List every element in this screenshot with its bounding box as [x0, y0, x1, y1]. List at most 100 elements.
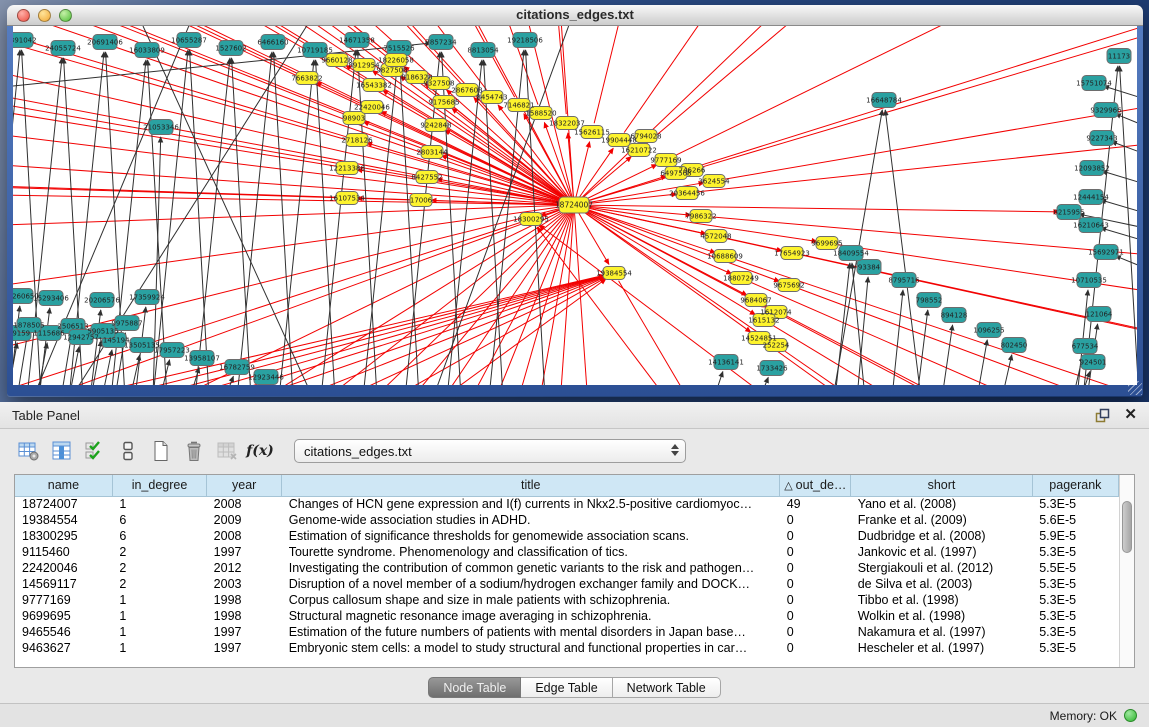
table-cell[interactable]: 9777169 [15, 592, 112, 608]
table-cell[interactable]: Investigating the contribution of common… [282, 560, 780, 576]
table-cell[interactable]: 1 [112, 592, 206, 608]
table-cell[interactable]: 6 [112, 528, 206, 544]
column-header-out_de[interactable]: △out_de… [780, 475, 851, 496]
table-cell[interactable]: Tourette syndrome. Phenomenology and cla… [282, 544, 780, 560]
table-cell[interactable]: 9465546 [15, 624, 112, 640]
table-cell[interactable]: 5.3E-5 [1032, 592, 1118, 608]
table-cell[interactable]: 0 [780, 576, 851, 592]
table-cell[interactable]: 2008 [207, 528, 282, 544]
column-header-name[interactable]: name [15, 475, 112, 496]
tab-network-table[interactable]: Network Table [613, 677, 721, 698]
table-cell[interactable]: 2009 [207, 512, 282, 528]
close-panel-icon[interactable]: ✕ [1124, 408, 1137, 422]
table-cell[interactable]: 2008 [207, 496, 282, 512]
tab-edge-table[interactable]: Edge Table [521, 677, 612, 698]
minimize-window-button[interactable] [38, 9, 51, 22]
table-cell[interactable]: 0 [780, 512, 851, 528]
table-row[interactable]: 1872400712008Changes of HCN gene express… [15, 496, 1119, 512]
table-cell[interactable]: Hescheler et al. (1997) [851, 640, 1033, 656]
table-cell[interactable]: 2 [112, 544, 206, 560]
table-cell[interactable]: 1 [112, 608, 206, 624]
table-cell[interactable]: Changes of HCN gene expression and I(f) … [282, 496, 780, 512]
table-cell[interactable]: 0 [780, 544, 851, 560]
window-titlebar[interactable]: citations_edges.txt [7, 5, 1143, 26]
table-cell[interactable]: 6 [112, 512, 206, 528]
table-selector-dropdown[interactable]: citations_edges.txt [294, 439, 686, 463]
table-cell[interactable]: Stergiakouli et al. (2012) [851, 560, 1033, 576]
table-cell[interactable]: Embryonic stem cells: a model to study s… [282, 640, 780, 656]
table-cell[interactable]: 1998 [207, 608, 282, 624]
table-cell[interactable]: 0 [780, 624, 851, 640]
table-cell[interactable]: 1 [112, 640, 206, 656]
table-row[interactable]: 977716911998Corpus callosum shape and si… [15, 592, 1119, 608]
table-cell[interactable]: 5.3E-5 [1032, 576, 1118, 592]
close-window-button[interactable] [17, 9, 30, 22]
table-cell[interactable]: 18724007 [15, 496, 112, 512]
table-cell[interactable]: 5.3E-5 [1032, 624, 1118, 640]
table-cell[interactable]: Corpus callosum shape and size in male p… [282, 592, 780, 608]
table-cell[interactable]: 0 [780, 560, 851, 576]
table-cell[interactable]: 5.3E-5 [1032, 608, 1118, 624]
table-cell[interactable]: 5.3E-5 [1032, 640, 1118, 656]
column-header-year[interactable]: year [207, 475, 282, 496]
table-cell[interactable]: Franke et al. (2009) [851, 512, 1033, 528]
table-cell[interactable]: 5.3E-5 [1032, 544, 1118, 560]
table-cell[interactable]: 0 [780, 608, 851, 624]
vertical-scrollbar[interactable] [1119, 475, 1134, 667]
table-cell[interactable]: 1 [112, 496, 206, 512]
table-cell[interactable]: 0 [780, 592, 851, 608]
table-mode-icon[interactable] [115, 438, 141, 464]
table-cell[interactable]: 1997 [207, 544, 282, 560]
table-cell[interactable]: 5.5E-5 [1032, 560, 1118, 576]
table-cell[interactable]: Nakamura et al. (1997) [851, 624, 1033, 640]
table-row[interactable]: 946362711997Embryonic stem cells: a mode… [15, 640, 1119, 656]
table-cell[interactable]: Tibbo et al. (1998) [851, 592, 1033, 608]
function-icon[interactable]: f(x) [247, 438, 273, 464]
column-header-short[interactable]: short [851, 475, 1033, 496]
table-row[interactable]: 1830029562008Estimation of significance … [15, 528, 1119, 544]
table-cell[interactable]: Genome-wide association studies in ADHD. [282, 512, 780, 528]
float-panel-icon[interactable] [1095, 408, 1110, 423]
table-cell[interactable]: Jankovic et al. (1997) [851, 544, 1033, 560]
table-row[interactable]: 1456911722003Disruption of a novel membe… [15, 576, 1119, 592]
table-cell[interactable]: 9463627 [15, 640, 112, 656]
column-select-icon[interactable] [49, 438, 75, 464]
table-cell[interactable]: 1997 [207, 624, 282, 640]
table-cell[interactable]: 0 [780, 640, 851, 656]
table-cell[interactable]: 5.9E-5 [1032, 528, 1118, 544]
import-table-icon[interactable] [214, 438, 240, 464]
table-cell[interactable]: 2 [112, 576, 206, 592]
table-cell[interactable]: Estimation of significance thresholds fo… [282, 528, 780, 544]
column-header-title[interactable]: title [282, 475, 780, 496]
table-cell[interactable]: 0 [780, 528, 851, 544]
table-row[interactable]: 946554611997Estimation of the future num… [15, 624, 1119, 640]
zoom-window-button[interactable] [59, 9, 72, 22]
table-row[interactable]: 2242004622012Investigating the contribut… [15, 560, 1119, 576]
table-cell[interactable]: Wolkin et al. (1998) [851, 608, 1033, 624]
table-cell[interactable]: 19384554 [15, 512, 112, 528]
table-cell[interactable]: 2 [112, 560, 206, 576]
table-cell[interactable]: Dudbridge et al. (2008) [851, 528, 1033, 544]
table-cell[interactable]: Disruption of a novel member of a sodium… [282, 576, 780, 592]
table-cell[interactable]: 5.6E-5 [1032, 512, 1118, 528]
table-row[interactable]: 911546021997Tourette syndrome. Phenomeno… [15, 544, 1119, 560]
table-settings-icon[interactable] [16, 438, 42, 464]
table-cell[interactable]: 5.3E-5 [1032, 496, 1118, 512]
table-cell[interactable]: de Silva et al. (2003) [851, 576, 1033, 592]
table-cell[interactable]: 9115460 [15, 544, 112, 560]
table-cell[interactable]: Yano et al. (2008) [851, 496, 1033, 512]
scrollbar-thumb[interactable] [1122, 501, 1132, 553]
resize-grip[interactable] [1128, 381, 1142, 395]
table-cell[interactable]: 49 [780, 496, 851, 512]
table-cell[interactable]: 2003 [207, 576, 282, 592]
tab-node-table[interactable]: Node Table [428, 677, 521, 698]
table-cell[interactable]: Structural magnetic resonance image aver… [282, 608, 780, 624]
column-header-pagerank[interactable]: pagerank [1032, 475, 1118, 496]
delete-table-icon[interactable] [181, 438, 207, 464]
table-row[interactable]: 1938455462009Genome-wide association stu… [15, 512, 1119, 528]
table-cell[interactable]: 9699695 [15, 608, 112, 624]
table-cell[interactable]: 1 [112, 624, 206, 640]
table-cell[interactable]: 18300295 [15, 528, 112, 544]
row-check-icon[interactable] [82, 438, 108, 464]
column-header-in_degree[interactable]: in_degree [112, 475, 206, 496]
